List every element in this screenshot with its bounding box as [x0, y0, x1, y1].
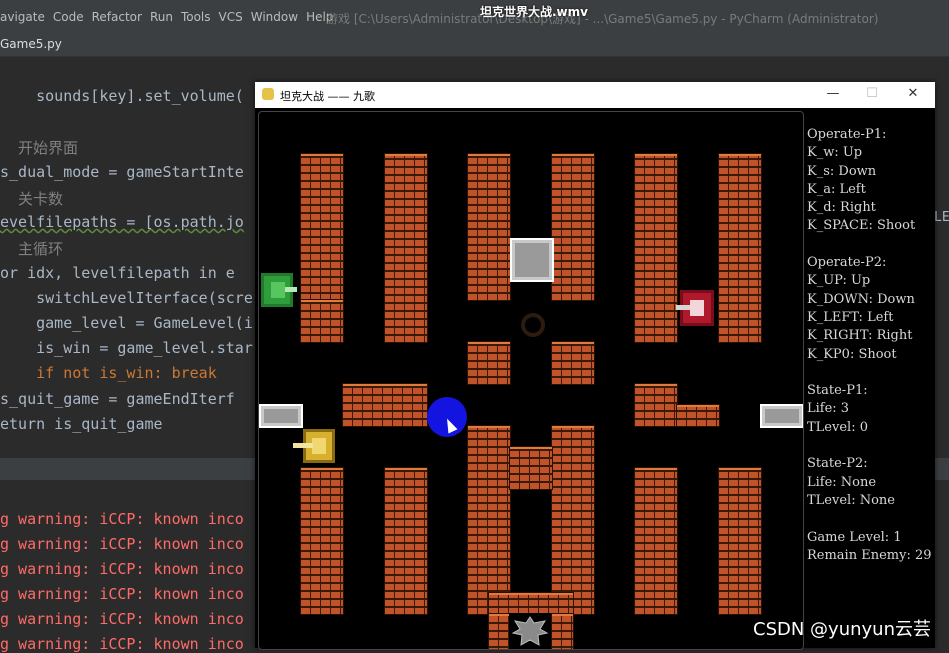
info-line: TLevel: 0: [807, 419, 868, 435]
code-line: sounds[key].set_volume(: [0, 87, 244, 105]
ide-title-path: 游戏 [C:\Users\Administrator\Desktop\游戏] -…: [326, 12, 879, 26]
info-line: State-P2:: [807, 456, 868, 472]
close-button[interactable]: ✕: [903, 86, 923, 101]
enemy-tank-red-icon: [676, 290, 714, 326]
menu-item[interactable]: Run: [150, 10, 173, 24]
game-info-panel: Operate-P1: K_w: Up K_s: Down K_a: Left K_d:…: [807, 126, 932, 565]
game-window-title: 坦克大战 —— 九歌: [280, 90, 375, 103]
brick-wall: [300, 299, 344, 343]
console-line: g warning: iCCP: known inco: [0, 610, 244, 628]
bullet-explosion: [521, 313, 545, 337]
menu-item[interactable]: Tools: [181, 10, 211, 24]
brick-wall: [384, 153, 428, 343]
brick-wall: [342, 383, 428, 427]
code-line: switchLevelIterface(scre: [0, 289, 253, 307]
console-line: g warning: iCCP: known inco: [0, 535, 244, 553]
ide-menubar: avigate Code Refactor Run Tools VCS Window Help…: [0, 0, 949, 34]
brick-wall: [551, 425, 595, 615]
steel-block: [760, 404, 803, 428]
info-line: K_KP0: Shoot: [807, 346, 897, 362]
enemy-tank-green-icon: [261, 273, 297, 307]
brick-wall: [488, 613, 511, 649]
maximize-button[interactable]: ☐: [862, 86, 882, 101]
brick-wall: [467, 425, 511, 615]
code-line: is_win = game_level.star: [0, 339, 253, 357]
code-line: s_dual_mode = gameStartInte: [0, 163, 244, 181]
brick-wall: [509, 446, 553, 490]
info-line: TLevel: None: [807, 492, 895, 508]
info-line: K_a: Left: [807, 181, 866, 197]
video-title: 坦克世界大战.wmv: [480, 5, 588, 19]
game-window-titlebar[interactable]: 坦克大战 —— 九歌 — ☐ ✕: [255, 82, 935, 108]
editor-tabbar: Game5.py: [0, 34, 949, 57]
menu-item[interactable]: Window: [251, 10, 298, 24]
brick-wall: [634, 383, 678, 427]
game-window: 坦克大战 —— 九歌 — ☐ ✕ Operate-P1: K_w: Up K_s…: [255, 82, 935, 650]
brick-wall: [634, 467, 678, 615]
menu-item[interactable]: VCS: [219, 10, 243, 24]
code-line: if not is_win: break: [0, 364, 217, 382]
code-comment: 开始界面: [0, 139, 79, 157]
code-line: s_quit_game = gameEndIterf: [0, 390, 235, 408]
code-line: or idx, levelfilepath in e: [0, 264, 235, 282]
info-line: Operate-P2:: [807, 255, 887, 271]
info-line: K_LEFT: Left: [807, 309, 894, 325]
csdn-watermark: CSDN @yunyun云芸: [753, 619, 931, 640]
pygame-icon: [262, 88, 274, 100]
tab-game5-py[interactable]: Game5.py: [0, 37, 62, 51]
steel-block: [510, 238, 554, 282]
brick-wall: [488, 592, 574, 615]
info-line: K_w: Up: [807, 145, 863, 161]
brick-wall: [676, 404, 720, 427]
info-line: Game Level: 1: [807, 529, 902, 545]
brick-wall: [384, 467, 428, 615]
menu-item[interactable]: Refactor: [92, 10, 142, 24]
info-line: State-P1:: [807, 383, 868, 399]
menu-item[interactable]: avigate: [0, 10, 45, 24]
brick-wall: [551, 613, 574, 649]
brick-wall: [300, 153, 344, 301]
eagle-base-icon: [509, 613, 551, 649]
game-playfield[interactable]: [258, 111, 804, 650]
info-line: K_RIGHT: Right: [807, 328, 913, 344]
info-line: Remain Enemy: 29: [807, 547, 932, 563]
brick-wall: [551, 341, 595, 385]
steel-block: [259, 404, 303, 428]
info-line: K_DOWN: Down: [807, 291, 915, 307]
info-line: Life: 3: [807, 401, 850, 417]
brick-wall: [467, 153, 511, 301]
info-line: K_s: Down: [807, 163, 877, 179]
info-line: K_UP: Up: [807, 273, 871, 289]
code-line: evelfilepaths = [os.path.jo: [0, 213, 244, 231]
menu-item[interactable]: Code: [53, 10, 84, 24]
player-tank-icon: [293, 429, 335, 463]
info-line: K_d: Right: [807, 200, 876, 216]
brick-wall: [300, 467, 344, 615]
console-line: g warning: iCCP: known inco: [0, 510, 244, 528]
code-comment: 关卡数: [0, 190, 64, 208]
code-line: game_level = GameLevel(i: [0, 314, 253, 332]
console-line: g warning: iCCP: known inco: [0, 560, 244, 578]
minimize-button[interactable]: —: [823, 86, 843, 101]
brick-wall: [718, 467, 762, 615]
code-comment: 主循环: [0, 240, 64, 258]
brick-wall: [718, 153, 762, 343]
info-line: Life: None: [807, 474, 877, 490]
brick-wall: [551, 153, 595, 301]
brick-wall: [634, 153, 678, 343]
code-line: eturn is_quit_game: [0, 415, 163, 433]
info-line: Operate-P1:: [807, 127, 887, 142]
console-line: g warning: iCCP: known inco: [0, 635, 244, 653]
ide-menu: avigate Code Refactor Run Tools VCS Window Help: [0, 10, 341, 24]
code-right-edge-text: LE: [934, 210, 949, 225]
info-line: K_SPACE: Shoot: [807, 218, 916, 234]
brick-wall: [467, 341, 511, 385]
console-line: g warning: iCCP: known inco: [0, 585, 244, 603]
